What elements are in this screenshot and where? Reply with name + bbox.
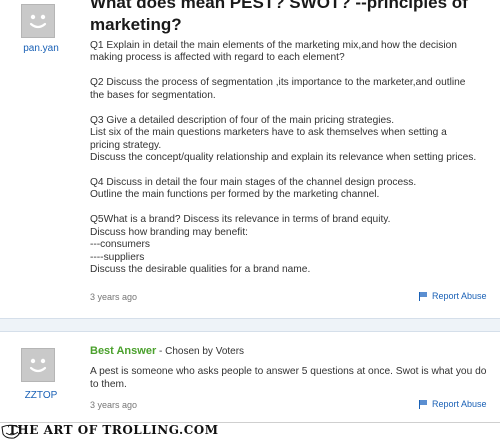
question-body-line: List six of the main questions marketers…: [90, 127, 447, 139]
answer-report-abuse-link[interactable]: Report Abuse: [418, 399, 487, 409]
chosen-by-label: - Chosen by Voters: [156, 346, 245, 357]
question-body-line: pricing strategy.: [90, 139, 162, 151]
answer-text: A pest is someone who asks people to ans…: [90, 366, 487, 390]
question-body-line: ----suppliers: [90, 251, 145, 263]
question-body-line: Q1 Explain in detail the main elements o…: [90, 40, 457, 51]
flag-icon: [419, 400, 427, 409]
question-body: Q1 Explain in detail the main elements o…: [90, 40, 490, 276]
watermark: THE ART OF TROLLING.COM: [8, 423, 219, 437]
flag-icon: [419, 292, 427, 301]
question-title: What does mean PEST? SWOT? --principles …: [90, 0, 500, 36]
answer-block: ZZTOP Best Answer - Chosen by Voters A p…: [0, 332, 500, 422]
answer-timestamp: 3 years ago: [90, 400, 138, 410]
question-timestamp: 3 years ago: [90, 292, 138, 302]
question-report-abuse-link[interactable]: Report Abuse: [418, 291, 487, 301]
avatar-face-icon: [29, 358, 47, 373]
question-title-line-1: What does mean PEST? SWOT? --principles …: [90, 0, 468, 12]
asker-username[interactable]: pan.yan: [6, 43, 76, 54]
answer-report-abuse-label[interactable]: Report Abuse: [432, 399, 487, 409]
question-body-line: Q3 Give a detailed description of four o…: [90, 114, 395, 126]
answerer-username[interactable]: ZZTOP: [6, 390, 76, 401]
question-body-line: Discuss how branding may benefit:: [90, 226, 248, 238]
answerer-avatar[interactable]: [21, 348, 55, 382]
best-answer-label: Best Answer: [90, 345, 157, 357]
question-body-line: Q2 Discuss the process of segmentation ,…: [90, 77, 466, 89]
question-body-line: the bases for segmentation.: [90, 89, 216, 101]
question-body-line: Q5What is a brand? Discess its relevance…: [90, 214, 391, 226]
question-report-abuse-label[interactable]: Report Abuse: [432, 291, 487, 301]
question-body-line: making process is affected with regard t…: [90, 52, 345, 64]
question-body-line: Outline the main functions per formed by…: [90, 189, 380, 201]
question-body-line: Discuss the desirable qualities for a br…: [90, 264, 311, 276]
question-block: pan.yan What does mean PEST? SWOT? --pri…: [0, 0, 500, 308]
question-body-line: Q4 Discuss in detail the four main stage…: [90, 177, 417, 189]
question-body-line: Discuss the concept/quality relationship…: [90, 152, 477, 164]
question-body-line: ---consumers: [90, 239, 151, 251]
section-divider: [0, 318, 500, 332]
avatar-face-icon: [29, 14, 47, 29]
asker-avatar[interactable]: [21, 4, 55, 38]
question-title-line-2: marketing?: [90, 15, 182, 34]
best-answer-header: Best Answer - Chosen by Voters: [90, 345, 244, 357]
